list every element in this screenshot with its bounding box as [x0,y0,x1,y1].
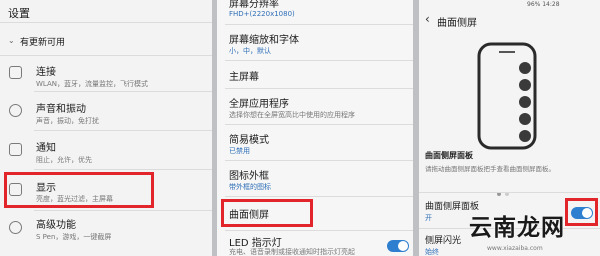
item-subtitle: WLAN，蓝牙，流量监控，飞行模式 [36,80,149,88]
item-subtitle: 声音，振动，免打扰 [36,117,99,125]
item-title: 主屏幕 [229,72,259,83]
highlight-box [4,172,154,208]
sound-icon [9,104,22,117]
item-title: 简易模式 [229,135,269,146]
status-bar: 96% 14:28 [527,1,560,8]
item-subtitle: 阻止，允许，优先 [36,156,92,164]
edge-dot [519,113,531,125]
item-subtitle: 小，中，默认 [229,47,271,55]
edge-dot [519,96,531,108]
update-collapse-icon[interactable]: ⌄ [8,36,15,45]
back-icon[interactable]: ‹ [425,12,430,26]
section-title: 曲面侧屏面板 [425,151,473,160]
edge-dot [519,62,531,74]
item-title: 侧屏闪光 [425,236,462,246]
edge-panel-illustration [477,42,537,150]
watermark-logo: 云南龙网 [469,215,565,241]
item-subtitle: FHD+(2220x1080) [229,10,295,18]
item-title: 声音和振动 [36,104,86,115]
connections-icon [9,66,22,79]
item-title: 连接 [36,67,56,78]
edge-dot [519,79,531,91]
item-title: 图标外框 [229,171,269,182]
settings-screen: 设置 ⌄ 有更新可用 连接 WLAN，蓝牙，流量监控，飞行模式 声音和振动 声音… [0,0,212,256]
item-subtitle: 始终 [425,248,439,256]
watermark-url: www.xiazaiba.com [487,245,543,252]
highlight-box [221,199,313,227]
section-description: 请拖动曲面侧屏面板把手查看曲面侧屏面板。 [425,165,555,173]
notifications-icon [9,143,22,156]
item-subtitle: 开 [425,214,432,222]
item-title: 屏幕分辨率 [229,0,279,10]
update-available-row[interactable]: 有更新可用 [20,35,65,48]
page-title: 设置 [8,7,30,20]
page-title: 曲面侧屏 [437,18,477,29]
item-title: 高级功能 [36,220,76,231]
led-toggle[interactable] [387,240,409,252]
item-subtitle: 充电、语音录制或接收通知时指示灯亮起 [229,248,355,256]
advanced-features-icon [9,221,22,234]
page-indicator [497,181,513,200]
item-title: 通知 [36,143,56,154]
edge-dot [519,130,531,142]
item-subtitle: 已禁用 [229,147,250,155]
item-subtitle: 带外框的图标 [229,183,271,191]
item-title: 全屏应用程序 [229,99,289,110]
item-title: 屏幕缩放和字体 [229,35,299,46]
highlight-box [565,198,598,226]
edge-screen-settings: 96% 14:28 ‹ 曲面侧屏 曲面侧屏面板 请拖动曲面侧屏面板把手查看曲面侧… [419,0,600,256]
item-subtitle: S Pen，游戏，一键截屏 [36,233,112,241]
display-screen: 屏幕分辨率 FHD+(2220x1080) 屏幕缩放和字体 小，中，默认 主屏幕… [217,0,413,256]
item-subtitle: 选择你想在全屏宽高比中使用的应用程序 [229,111,355,119]
